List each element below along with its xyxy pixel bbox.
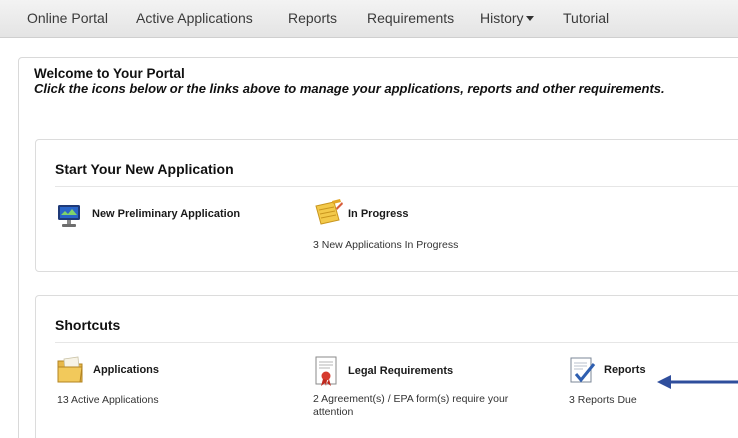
in-progress-count: 3 New Applications In Progress [313, 239, 459, 251]
start-panel-divider [55, 186, 738, 187]
nav-online-portal[interactable]: Online Portal [27, 10, 108, 26]
left-arrow-icon [657, 375, 738, 389]
folder-icon[interactable] [56, 355, 86, 385]
nav-history-label: History [480, 10, 524, 26]
start-application-panel [35, 139, 738, 272]
portal-page: Online Portal Active Applications Report… [0, 0, 738, 438]
in-progress-link[interactable]: In Progress [348, 208, 409, 220]
reports-link[interactable]: Reports [604, 364, 646, 376]
welcome-title: Welcome to Your Portal [34, 66, 185, 81]
legal-requirements-status-line2: attention [313, 406, 354, 418]
reports-due-count: 3 Reports Due [569, 394, 637, 406]
top-navbar: Online Portal Active Applications Report… [0, 0, 738, 38]
nav-requirements[interactable]: Requirements [367, 10, 454, 26]
legal-requirements-status-line1: 2 Agreement(s) / EPA form(s) require you… [313, 393, 509, 405]
nav-history-dropdown[interactable]: History [480, 10, 534, 26]
start-panel-title: Start Your New Application [55, 161, 234, 177]
shortcuts-panel-divider [55, 342, 738, 343]
applications-link[interactable]: Applications [93, 364, 159, 376]
report-checkmark-icon[interactable] [568, 355, 598, 385]
shortcuts-panel-title: Shortcuts [55, 317, 121, 333]
caret-down-icon [525, 15, 534, 21]
certificate-icon[interactable] [313, 355, 341, 387]
new-preliminary-application-link[interactable]: New Preliminary Application [92, 208, 240, 220]
computer-monitor-icon[interactable] [56, 203, 82, 229]
active-applications-count: 13 Active Applications [57, 394, 159, 406]
nav-active-applications[interactable]: Active Applications [136, 10, 253, 26]
notepad-pencil-icon[interactable] [312, 198, 344, 228]
welcome-subtitle: Click the icons below or the links above… [34, 81, 665, 96]
legal-requirements-link[interactable]: Legal Requirements [348, 365, 453, 377]
nav-reports[interactable]: Reports [288, 10, 337, 26]
nav-tutorial[interactable]: Tutorial [563, 10, 609, 26]
